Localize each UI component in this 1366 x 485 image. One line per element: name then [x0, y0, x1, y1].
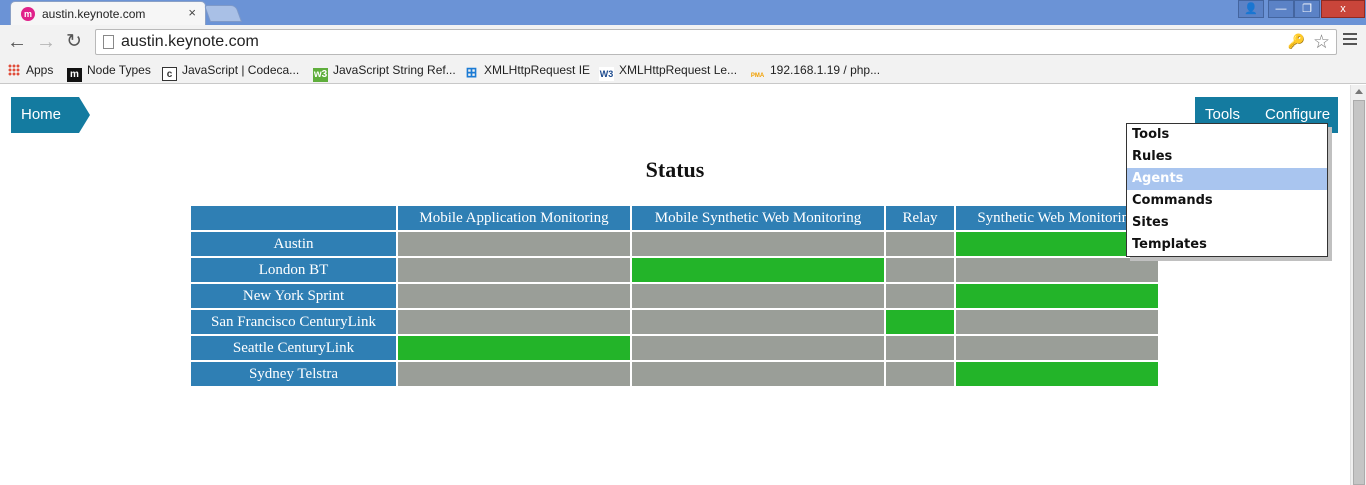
status-cell-inactive: [956, 258, 1158, 282]
status-cell-inactive: [886, 232, 954, 256]
windows-icon: ⊞: [465, 64, 478, 80]
w3schools-icon: w3: [313, 68, 328, 82]
bookmark-label: Node Types: [87, 63, 151, 77]
vertical-scrollbar[interactable]: [1350, 85, 1366, 485]
bookmark-apps[interactable]: Apps: [8, 63, 53, 80]
status-cell-active: [632, 258, 884, 282]
tab-title: austin.keynote.com: [42, 7, 146, 21]
bookmark-label: JavaScript | Codeca...: [182, 63, 300, 77]
bookmark-node-types[interactable]: m Node Types: [67, 63, 151, 82]
status-cell-inactive: [886, 284, 954, 308]
phpmyadmin-icon: PMA: [750, 73, 765, 79]
menu-item-templates[interactable]: Templates: [1127, 234, 1327, 256]
new-tab-button[interactable]: [203, 5, 243, 22]
address-url[interactable]: austin.keynote.com: [121, 33, 259, 51]
row-location-label: Austin: [191, 232, 396, 256]
table-row: Austin: [191, 232, 1158, 256]
page-content: Home Tools Configure Status Mobile Appli…: [0, 85, 1350, 485]
status-cell-inactive: [632, 336, 884, 360]
menu-item-agents[interactable]: Agents: [1127, 168, 1327, 190]
table-row: Sydney Telstra: [191, 362, 1158, 386]
codecademy-icon: c: [162, 67, 177, 81]
w3c-icon: W3: [599, 67, 614, 81]
status-cell-inactive: [632, 232, 884, 256]
bookmark-xmlhttprequest-ie[interactable]: ⊞ XMLHttpRequest IE: [464, 63, 590, 80]
m-icon: m: [67, 68, 82, 82]
bookmark-w3schools[interactable]: w3 JavaScript String Ref...: [313, 63, 456, 82]
status-cell-inactive: [886, 336, 954, 360]
column-header-location: [191, 206, 396, 230]
column-header: Mobile Application Monitoring: [398, 206, 630, 230]
status-cell-active: [398, 336, 630, 360]
table-row: London BT: [191, 258, 1158, 282]
browser-tab[interactable]: m austin.keynote.com ×: [10, 1, 206, 25]
key-icon[interactable]: 🔑: [1288, 33, 1305, 50]
bookmark-label: Apps: [26, 63, 54, 77]
bookmark-label: XMLHttpRequest Le...: [619, 63, 738, 77]
bookmark-star-icon[interactable]: ☆: [1313, 31, 1330, 54]
bookmark-label: JavaScript String Ref...: [333, 63, 456, 77]
close-window-button[interactable]: x: [1321, 0, 1365, 18]
status-cell-inactive: [398, 310, 630, 334]
status-cell-inactive: [956, 310, 1158, 334]
status-cell-inactive: [632, 310, 884, 334]
scroll-up-arrow-icon[interactable]: [1355, 89, 1363, 94]
table-row: San Francisco CenturyLink: [191, 310, 1158, 334]
maximize-button[interactable]: ❐: [1294, 0, 1320, 18]
menu-item-commands[interactable]: Commands: [1127, 190, 1327, 212]
reload-icon[interactable]: ↻: [66, 31, 82, 53]
status-cell-inactive: [956, 336, 1158, 360]
apps-grid-icon: [8, 64, 20, 76]
bookmark-label: XMLHttpRequest IE: [484, 63, 591, 77]
row-location-label: Seattle CenturyLink: [191, 336, 396, 360]
menu-item-tools[interactable]: Tools: [1127, 124, 1327, 146]
menu-item-rules[interactable]: Rules: [1127, 146, 1327, 168]
status-cell-inactive: [398, 232, 630, 256]
back-icon[interactable]: ←: [7, 31, 27, 53]
chrome-menu-icon[interactable]: [1343, 33, 1357, 47]
table-header-row: Mobile Application Monitoring Mobile Syn…: [191, 206, 1158, 230]
status-cell-inactive: [886, 362, 954, 386]
scroll-thumb[interactable]: [1353, 100, 1365, 485]
status-cell-inactive: [886, 258, 954, 282]
menu-item-sites[interactable]: Sites: [1127, 212, 1327, 234]
browser-titlebar: m austin.keynote.com × 👤 — ❐ x: [0, 0, 1366, 25]
configure-dropdown-menu: Tools Rules Agents Commands Sites Templa…: [1126, 123, 1328, 257]
column-header: Mobile Synthetic Web Monitoring: [632, 206, 884, 230]
column-header: Relay: [886, 206, 954, 230]
bookmark-label: 192.168.1.19 / php...: [770, 63, 881, 77]
user-icon[interactable]: 👤: [1238, 0, 1264, 18]
status-cell-inactive: [398, 362, 630, 386]
row-location-label: New York Sprint: [191, 284, 396, 308]
status-cell-active: [956, 284, 1158, 308]
status-cell-inactive: [632, 362, 884, 386]
bookmark-codecademy[interactable]: c JavaScript | Codeca...: [162, 63, 300, 81]
row-location-label: Sydney Telstra: [191, 362, 396, 386]
status-cell-inactive: [398, 258, 630, 282]
status-cell-inactive: [632, 284, 884, 308]
status-cell-active: [956, 362, 1158, 386]
tab-close-icon[interactable]: ×: [188, 5, 196, 20]
table-row: Seattle CenturyLink: [191, 336, 1158, 360]
browser-toolbar: ← → ↻ austin.keynote.com 🔑 ☆: [0, 25, 1366, 59]
forward-icon[interactable]: →: [36, 31, 56, 53]
row-location-label: San Francisco CenturyLink: [191, 310, 396, 334]
bookmark-xmlhttprequest-le[interactable]: W3 XMLHttpRequest Le...: [599, 63, 738, 81]
bookmarks-bar: Apps m Node Types c JavaScript | Codeca...…: [0, 59, 1366, 84]
table-row: New York Sprint: [191, 284, 1158, 308]
address-bar[interactable]: austin.keynote.com 🔑 ☆: [95, 29, 1337, 55]
status-cell-inactive: [398, 284, 630, 308]
status-cell-active: [886, 310, 954, 334]
bookmark-phpmyadmin[interactable]: PMA 192.168.1.19 / php...: [750, 63, 880, 80]
status-table: Mobile Application Monitoring Mobile Syn…: [189, 204, 1160, 388]
minimize-button[interactable]: —: [1268, 0, 1294, 18]
row-location-label: London BT: [191, 258, 396, 282]
home-breadcrumb[interactable]: Home: [11, 97, 90, 133]
keynote-favicon-icon: m: [21, 7, 35, 21]
page-icon: [103, 35, 114, 49]
